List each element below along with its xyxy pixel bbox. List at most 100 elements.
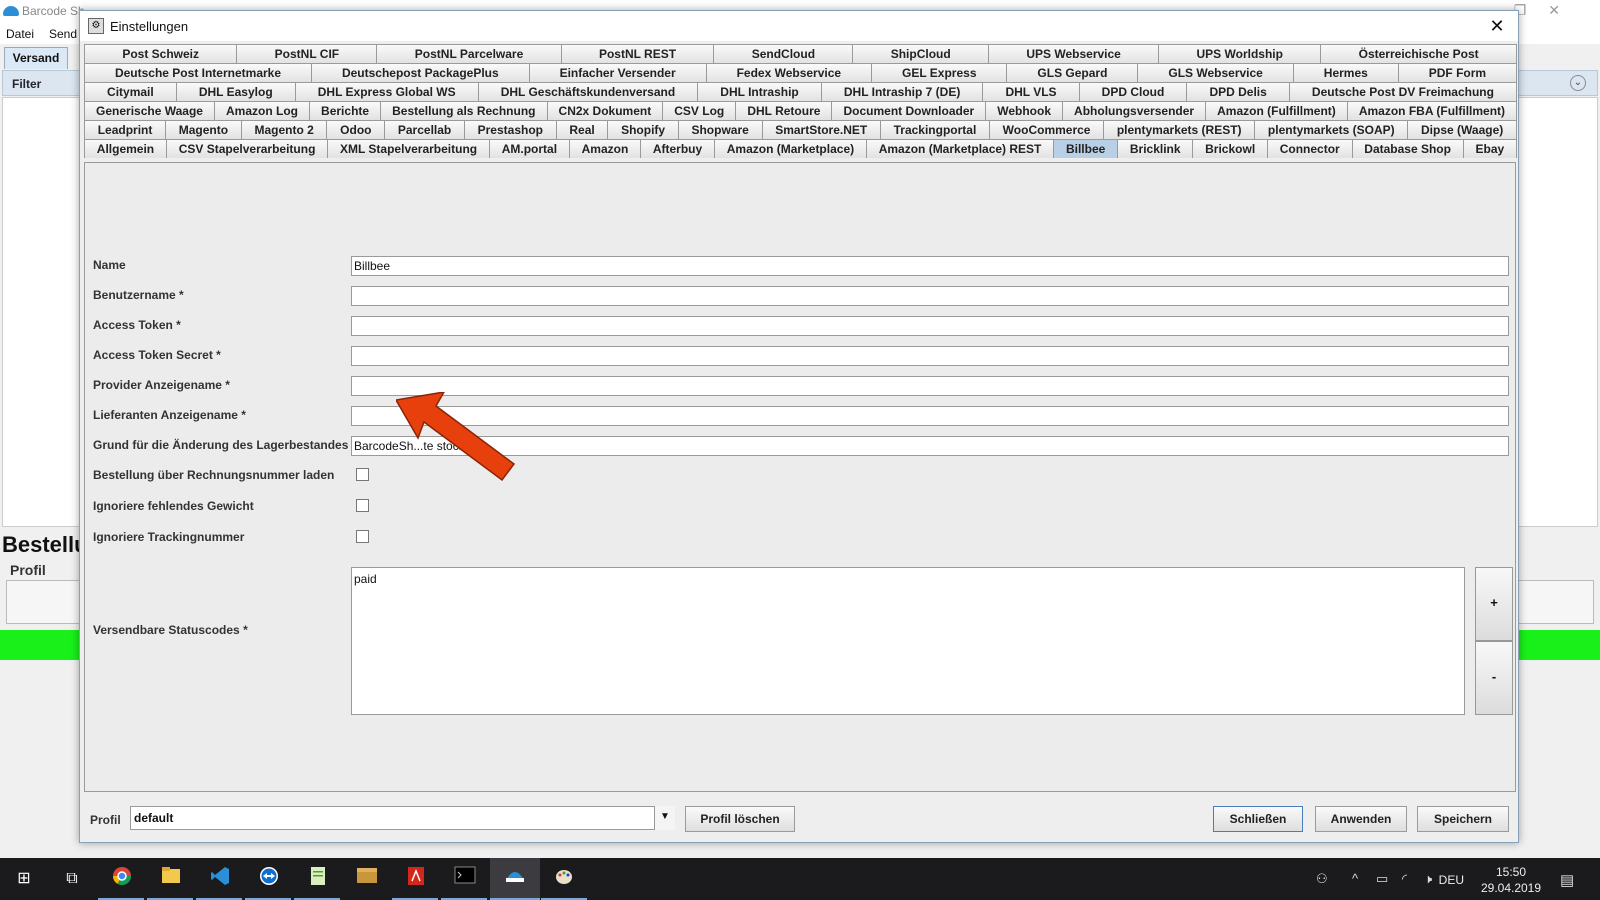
input-language[interactable]: DEU — [1439, 873, 1464, 887]
acrobat-icon[interactable] — [402, 866, 430, 892]
notepad-plus-icon[interactable] — [304, 866, 332, 892]
settings-tab[interactable]: DHL Express Global WS — [294, 82, 479, 101]
settings-tab[interactable]: Billbee — [1053, 139, 1119, 158]
settings-tab[interactable]: Berichte — [309, 101, 382, 120]
settings-tab[interactable]: XML Stapelverarbeitung — [327, 139, 490, 158]
settings-tab[interactable]: Einfacher Versender — [528, 63, 707, 82]
settings-tab[interactable]: Connector — [1266, 139, 1353, 158]
settings-tab[interactable]: CN2x Dokument — [546, 101, 664, 120]
settings-tab[interactable]: Trackingportal — [879, 120, 990, 139]
statuscode-item[interactable]: paid — [354, 572, 377, 586]
settings-tab[interactable]: DHL Retoure — [735, 101, 833, 120]
settings-tab[interactable]: Hermes — [1292, 63, 1399, 82]
access-token-secret-field[interactable] — [351, 346, 1509, 366]
teamviewer-icon[interactable] — [255, 866, 283, 892]
settings-tab[interactable]: plentymarkets (SOAP) — [1254, 120, 1409, 139]
settings-tab[interactable]: Amazon (Fulfillment) — [1205, 101, 1348, 120]
settings-tab[interactable]: Bricklink — [1117, 139, 1194, 158]
settings-tab[interactable]: Bestellung als Rechnung — [380, 101, 548, 120]
settings-tab[interactable]: DHL Geschäftskundenversand — [477, 82, 699, 101]
settings-tab[interactable]: Amazon FBA (Fulfillment) — [1346, 101, 1518, 120]
settings-tab[interactable]: Document Downloader — [831, 101, 987, 120]
add-statuscode-button[interactable]: + — [1475, 567, 1513, 641]
clock-date[interactable]: 29.04.2019 — [1476, 881, 1546, 895]
settings-tab[interactable]: DHL Easylog — [175, 82, 296, 101]
settings-tab[interactable]: Brickowl — [1192, 139, 1268, 158]
settings-tab[interactable]: PostNL REST — [560, 44, 715, 63]
paint-icon[interactable] — [550, 866, 578, 892]
settings-tab[interactable]: PostNL CIF — [236, 44, 378, 63]
battery-icon[interactable]: ▭ — [1376, 871, 1388, 887]
statuscodes-list[interactable]: paid — [351, 567, 1465, 715]
settings-tab[interactable]: CSV Log — [662, 101, 737, 120]
anwenden-button[interactable]: Anwenden — [1315, 806, 1407, 832]
settings-tab[interactable]: DHL Intraship 7 (DE) — [820, 82, 984, 101]
settings-tab[interactable]: Real — [555, 120, 609, 139]
speaker-muted-icon[interactable]: 🕨 — [1424, 871, 1432, 887]
settings-tab[interactable]: DHL VLS — [982, 82, 1080, 101]
window-controls[interactable]: ❐✕ — [1514, 2, 1582, 19]
settings-tab[interactable]: Post Schweiz — [84, 44, 238, 63]
settings-tab[interactable]: DPD Cloud — [1078, 82, 1188, 101]
settings-tab[interactable]: Shopify — [607, 120, 679, 139]
settings-tab[interactable]: GLS Gepard — [1006, 63, 1139, 82]
speichern-button[interactable]: Speichern — [1417, 806, 1509, 832]
settings-tab[interactable]: Shopware — [677, 120, 763, 139]
settings-tab[interactable]: Amazon (Marketplace) — [713, 139, 867, 158]
profil-loeschen-button[interactable]: Profil löschen — [685, 806, 795, 832]
settings-tab[interactable]: Deutschepost PackagePlus — [310, 63, 530, 82]
settings-tab[interactable]: DHL Intraship — [697, 82, 822, 101]
settings-tab[interactable]: Abholungsversender — [1062, 101, 1207, 120]
settings-tab[interactable]: Dipse (Waage) — [1407, 120, 1517, 139]
settings-tab[interactable]: Amazon Log — [213, 101, 311, 120]
settings-tab[interactable]: Magento — [165, 120, 242, 139]
filter-label[interactable]: Filter — [12, 77, 41, 91]
access-token-field[interactable] — [351, 316, 1509, 336]
settings-tab[interactable]: Deutsche Post Internetmarke — [84, 63, 312, 82]
chevron-down-icon[interactable]: ▼ — [654, 806, 675, 830]
terminal-icon[interactable] — [451, 866, 479, 892]
settings-tab[interactable]: SendCloud — [713, 44, 854, 63]
settings-tab[interactable]: plentymarkets (REST) — [1103, 120, 1256, 139]
bestellung-rechnungsnummer-checkbox[interactable] — [356, 468, 369, 481]
package-icon[interactable] — [353, 866, 381, 892]
settings-tab[interactable]: AM.portal — [488, 139, 570, 158]
settings-tab[interactable]: Allgemein — [84, 139, 167, 158]
close-icon[interactable]: ✕ — [1486, 15, 1508, 37]
profil-select[interactable]: default — [130, 806, 675, 830]
settings-tab[interactable]: UPS Webservice — [988, 44, 1160, 63]
tab-versand[interactable]: Versand — [4, 47, 68, 69]
notification-center-icon[interactable]: ▤ — [1560, 871, 1574, 889]
settings-tab[interactable]: Österreichische Post — [1320, 44, 1518, 63]
settings-tab[interactable]: Citymail — [84, 82, 177, 101]
barcode-app-icon[interactable] — [501, 866, 529, 892]
settings-tab[interactable]: SmartStore.NET — [761, 120, 881, 139]
settings-tab[interactable]: Amazon (Marketplace) REST — [865, 139, 1055, 158]
menu-send[interactable]: Send — [49, 27, 77, 41]
settings-tab[interactable]: Database Shop — [1351, 139, 1464, 158]
settings-tab[interactable]: DPD Delis — [1186, 82, 1290, 101]
settings-tab[interactable]: Parcellab — [384, 120, 465, 139]
clock-time[interactable]: 15:50 — [1476, 865, 1546, 879]
settings-tab[interactable]: PDF Form — [1397, 63, 1518, 82]
benutzername-field[interactable] — [351, 286, 1509, 306]
settings-tab[interactable]: CSV Stapelverarbeitung — [165, 139, 329, 158]
file-explorer-icon[interactable] — [157, 866, 185, 892]
settings-tab[interactable]: Ebay — [1462, 139, 1518, 158]
settings-tab[interactable]: Webhook — [985, 101, 1064, 120]
chevron-down-icon[interactable]: ⌄ — [1570, 75, 1586, 91]
settings-tab[interactable]: Amazon — [568, 139, 642, 158]
ignoriere-gewicht-checkbox[interactable] — [356, 499, 369, 512]
settings-tab[interactable]: ShipCloud — [852, 44, 990, 63]
task-view-icon[interactable]: ⧉ — [58, 866, 86, 892]
settings-tab[interactable]: PostNL Parcelware — [376, 44, 562, 63]
settings-tab[interactable]: Deutsche Post DV Freimachung — [1288, 82, 1518, 101]
chrome-icon[interactable] — [108, 866, 136, 892]
settings-tab[interactable]: Magento 2 — [240, 120, 328, 139]
ignoriere-tracking-checkbox[interactable] — [356, 530, 369, 543]
settings-tab[interactable]: Prestashop — [463, 120, 557, 139]
name-field[interactable] — [351, 256, 1509, 276]
remove-statuscode-button[interactable]: - — [1475, 641, 1513, 715]
settings-tab[interactable]: UPS Worldship — [1158, 44, 1322, 63]
settings-tab[interactable]: WooCommerce — [988, 120, 1105, 139]
